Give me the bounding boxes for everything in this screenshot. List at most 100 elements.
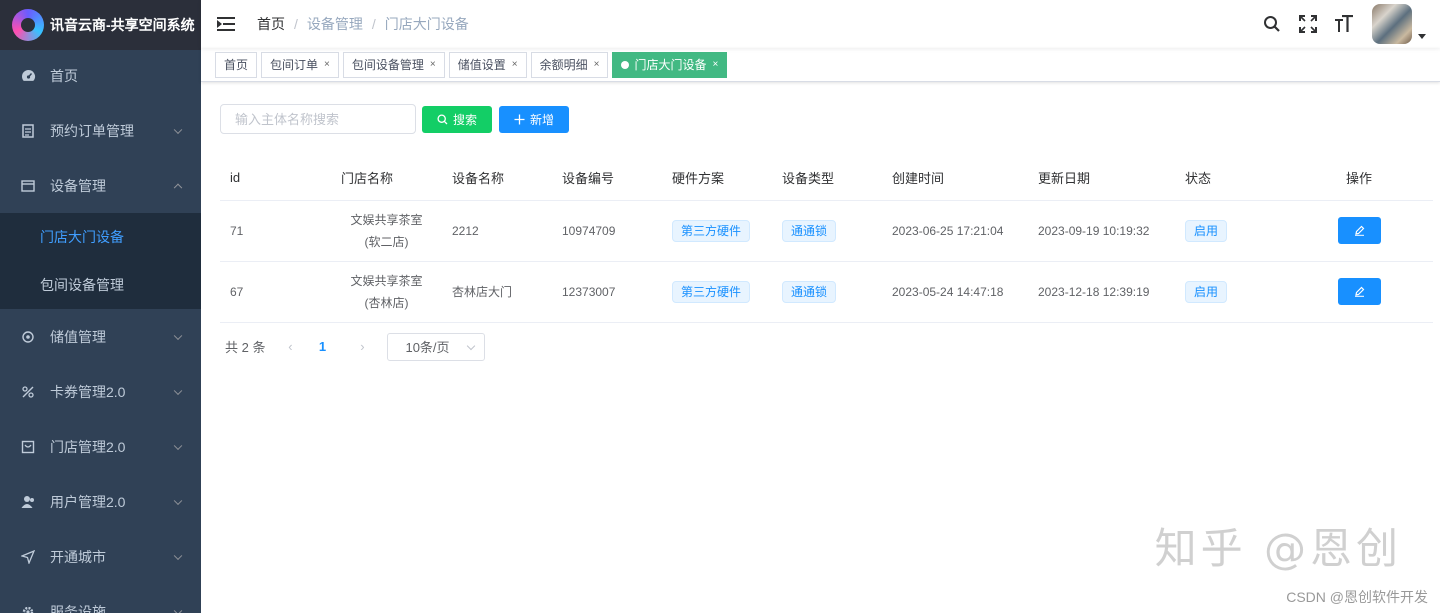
edit-button[interactable] [1337, 217, 1381, 244]
close-icon[interactable]: × [712, 53, 718, 77]
column-header: 更新日期 [1028, 156, 1175, 201]
breadcrumb: 首页 / 设备管理 / 门店大门设备 [257, 14, 469, 34]
content: 搜索 新增 id 门店名称 设备名称 设备编号 硬件方案 设备类型 [201, 82, 1440, 381]
sidebar-item-coupons[interactable]: 卡券管理2.0 [0, 364, 201, 419]
cell-store: 文娱共享茶室 (杏林店) [331, 261, 442, 323]
tag-stored-value-settings[interactable]: 储值设置 × [448, 51, 527, 78]
store-icon [20, 439, 36, 455]
navbar-right [1248, 0, 1426, 48]
logo-icon [12, 9, 44, 41]
pagination-total: 共 2 条 [225, 340, 266, 355]
logo[interactable]: 讯音云商-共享空间系统 [0, 0, 201, 50]
cell-created: 2023-06-25 17:21:04 [882, 200, 1028, 262]
close-icon[interactable]: × [594, 53, 600, 77]
plus-icon [514, 114, 525, 125]
ticket-icon [20, 384, 36, 400]
search-icon [437, 113, 448, 125]
sidebar-item-orders[interactable]: 预约订单管理 [0, 103, 201, 158]
submenu-devices: 门店大门设备 包间设备管理 [0, 213, 201, 309]
cell-id: 71 [220, 200, 331, 262]
sidebar-item-label: 门店管理2.0 [50, 438, 126, 455]
status-badge: 启用 [1185, 219, 1228, 242]
breadcrumb-devices[interactable]: 设备管理 [307, 14, 363, 34]
navbar: 首页 / 设备管理 / 门店大门设备 [201, 0, 1440, 48]
font-size-icon[interactable] [1332, 12, 1356, 36]
page-number[interactable]: 1 [307, 339, 337, 354]
chevron-down-icon [173, 125, 183, 134]
sidebar-item-facilities[interactable]: 服务设施 [0, 584, 201, 613]
tag-home[interactable]: 首页 [215, 51, 258, 78]
search-button[interactable]: 搜索 [422, 105, 493, 133]
sidebar-item-stores[interactable]: 门店管理2.0 [0, 419, 201, 474]
cell-actions [1285, 261, 1433, 323]
cell-updated: 2023-09-19 10:19:32 [1028, 200, 1175, 262]
devices-table: id 门店名称 设备名称 设备编号 硬件方案 设备类型 创建时间 更新日期 状态… [220, 156, 1433, 323]
table-header: id 门店名称 设备名称 设备编号 硬件方案 设备类型 创建时间 更新日期 状态… [220, 156, 1433, 201]
column-header: id [220, 156, 331, 201]
column-header: 创建时间 [882, 156, 1028, 201]
tag-room-orders[interactable]: 包间订单 × [261, 51, 339, 78]
cell-device-no: 12373007 [552, 261, 662, 323]
sidebar-item-label: 预约订单管理 [50, 122, 134, 139]
gear-icon [20, 604, 36, 613]
search-input[interactable] [220, 104, 416, 134]
tag-balance-details[interactable]: 余额明细 × [530, 51, 609, 78]
chevron-up-icon [173, 183, 183, 192]
type-tag: 通通锁 [782, 280, 837, 303]
close-icon[interactable]: × [512, 53, 518, 77]
cell-hardware: 第三方硬件 [662, 200, 772, 262]
send-icon [20, 549, 36, 565]
cell-type: 通通锁 [772, 261, 882, 323]
sidebar-item-devices[interactable]: 设备管理 [0, 158, 201, 213]
caret-down-icon[interactable] [1418, 33, 1426, 39]
sidebar-item-room-device[interactable]: 包间设备管理 [0, 261, 201, 309]
user-icon [20, 494, 36, 510]
column-header: 操作 [1285, 156, 1433, 201]
table-row: 71 文娱共享茶室 (软二店) 2212 10974709 第三方硬件 通通锁 2… [220, 200, 1433, 262]
cell-device-no: 10974709 [552, 200, 662, 262]
close-icon[interactable]: × [430, 53, 436, 77]
breadcrumb-home[interactable]: 首页 [257, 14, 285, 34]
sidebar-item-label: 储值管理 [50, 328, 106, 345]
dashboard-icon [20, 68, 36, 84]
edit-button[interactable] [1337, 278, 1381, 305]
add-button[interactable]: 新增 [499, 105, 570, 133]
sidebar-item-users[interactable]: 用户管理2.0 [0, 474, 201, 529]
chevron-right-icon[interactable]: › [347, 339, 377, 354]
chevron-down-icon [173, 441, 183, 450]
sidebar-item-label: 首页 [50, 67, 78, 84]
table-row: 67 文娱共享茶室 (杏林店) 杏林店大门 12373007 第三方硬件 通通锁 … [220, 261, 1433, 323]
document-icon [20, 123, 36, 139]
fullscreen-icon[interactable] [1296, 12, 1320, 36]
column-header: 设备类型 [772, 156, 882, 201]
column-header: 状态 [1175, 156, 1285, 201]
sidebar-item-cities[interactable]: 开通城市 [0, 529, 201, 584]
toolbar: 搜索 新增 [220, 104, 1421, 134]
page-size-select[interactable]: 10条/页 [387, 332, 486, 361]
cell-device-name: 杏林店大门 [442, 261, 552, 323]
hamburger-icon[interactable] [217, 17, 235, 31]
close-icon[interactable]: × [324, 53, 330, 77]
sidebar: 讯音云商-共享空间系统 首页 预约订单管理 设备管理 门店大门设备 包间设备管理… [0, 0, 201, 613]
edit-icon [1354, 225, 1364, 236]
sidebar-item-store-door-device[interactable]: 门店大门设备 [0, 213, 201, 261]
chevron-down-icon [173, 496, 183, 505]
cell-status: 启用 [1175, 261, 1285, 323]
tag-store-door-device[interactable]: 门店大门设备 × [612, 51, 728, 78]
sidebar-item-label: 设备管理 [50, 177, 106, 194]
app-title: 讯音云商-共享空间系统 [50, 17, 195, 33]
chevron-down-icon [173, 386, 183, 395]
chevron-left-icon[interactable]: ‹ [275, 339, 305, 354]
sidebar-item-home[interactable]: 首页 [0, 48, 201, 103]
avatar[interactable] [1372, 4, 1412, 44]
search-icon[interactable] [1260, 12, 1284, 36]
edit-icon [1354, 286, 1364, 297]
calendar-icon [20, 178, 36, 194]
tag-room-devices[interactable]: 包间设备管理 × [342, 51, 445, 78]
column-header: 门店名称 [331, 156, 442, 201]
sidebar-item-stored-value[interactable]: 储值管理 [0, 309, 201, 364]
cell-status: 启用 [1175, 200, 1285, 262]
column-header: 设备名称 [442, 156, 552, 201]
cell-type: 通通锁 [772, 200, 882, 262]
cell-hardware: 第三方硬件 [662, 261, 772, 323]
